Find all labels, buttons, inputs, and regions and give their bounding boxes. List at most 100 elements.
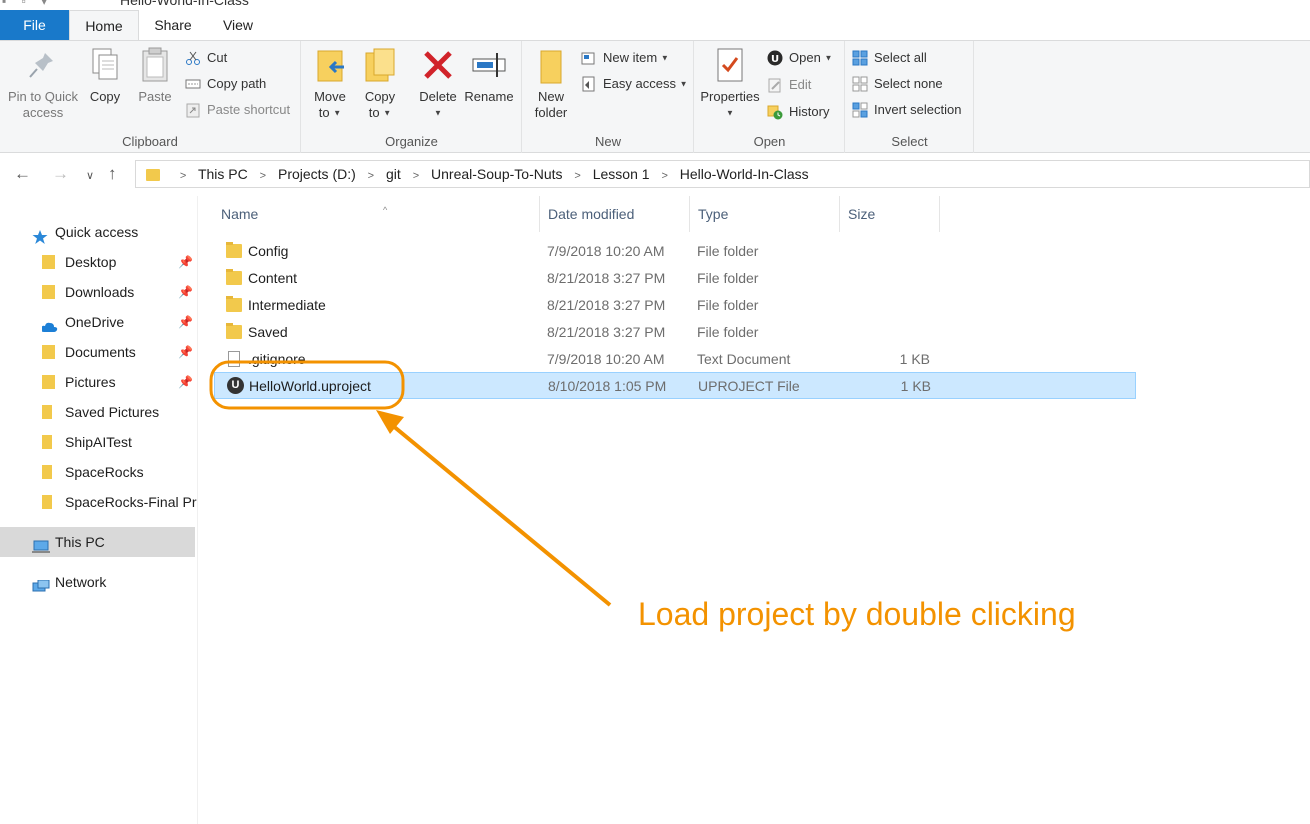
edit-icon (767, 77, 783, 93)
invert-selection-icon (852, 102, 868, 118)
recent-locations-chevron-icon[interactable]: ∨ (86, 169, 94, 182)
file-name: .gitignore (248, 351, 306, 367)
table-row[interactable]: Intermediate 8/21/2018 3:27 PM File fold… (214, 292, 1136, 319)
breadcrumb-lesson-1[interactable]: Lesson 1 (593, 166, 650, 182)
new-group: New folder New item ▼ Easy access ▼ New (523, 41, 694, 153)
file-date: 8/21/2018 3:27 PM (547, 270, 666, 286)
paste-shortcut-button[interactable]: Paste shortcut (185, 99, 290, 121)
select-all-label: Select all (874, 50, 927, 65)
file-name: Content (248, 270, 298, 286)
column-header-type[interactable]: Type (690, 196, 840, 232)
breadcrumb-hello-world[interactable]: Hello-World-In-Class (680, 166, 809, 182)
nav-pictures[interactable]: Pictures 📌 (42, 368, 197, 396)
move-to-button[interactable]: Move to ▼ (308, 45, 352, 122)
tab-home[interactable]: Home (69, 10, 139, 41)
breadcrumb-unreal-soup[interactable]: Unreal-Soup-To-Nuts (431, 166, 563, 182)
history-button[interactable]: History (767, 101, 829, 123)
file-size: 1 KB (899, 351, 930, 367)
column-header-type-label: Type (698, 206, 729, 222)
copy-path-icon (185, 76, 201, 92)
column-header-date-label: Date modified (548, 206, 635, 222)
copy-path-label: Copy path (207, 76, 267, 91)
file-type: UPROJECT File (698, 378, 800, 394)
nav-this-pc[interactable]: This PC (32, 528, 192, 556)
nav-quick-access[interactable]: Quick access (32, 218, 197, 246)
properties-button[interactable]: Properties ▼ (697, 45, 763, 122)
nav-saved-pictures[interactable]: Saved Pictures (42, 398, 197, 426)
breadcrumb-projects[interactable]: Projects (D:) (278, 166, 356, 182)
invert-selection-label: Invert selection (874, 102, 962, 117)
nav-quick-access-label: Quick access (55, 224, 139, 240)
breadcrumb-separator-icon[interactable]: > (260, 170, 266, 182)
new-folder-label: New folder (534, 89, 568, 120)
nav-downloads[interactable]: Downloads 📌 (42, 278, 197, 306)
column-header-date[interactable]: Date modified (540, 196, 690, 232)
copy-to-button[interactable]: Copy to ▼ (358, 45, 402, 122)
tab-share[interactable]: Share (143, 10, 203, 40)
quick-access-toolbar-icons[interactable]: ▪ ▫ ▾ (2, 0, 53, 8)
pin-to-quick-access-button[interactable]: Pin to Quick access (4, 45, 82, 121)
file-type: File folder (697, 270, 759, 286)
easy-access-button[interactable]: Easy access ▼ (581, 73, 688, 95)
nav-documents-label: Documents (65, 344, 136, 360)
ribbon: Pin to Quick access Copy Paste Cut Copy … (0, 40, 1310, 153)
nav-shipaitest[interactable]: ShipAITest (42, 428, 197, 456)
file-date: 7/9/2018 10:20 AM (547, 351, 665, 367)
breadcrumb-separator-icon[interactable]: > (574, 170, 580, 182)
delete-label: Delete (419, 89, 457, 104)
open-button[interactable]: U Open ▼ (767, 47, 832, 69)
column-header-size[interactable]: Size (840, 196, 940, 232)
nav-desktop[interactable]: Desktop 📌 (42, 248, 197, 276)
breadcrumb-separator-icon[interactable]: > (180, 170, 186, 182)
open-group: Properties ▼ U Open ▼ Edit History Open (695, 41, 845, 153)
delete-button[interactable]: Delete ▼ (416, 45, 460, 122)
copy-button[interactable]: Copy (84, 45, 126, 105)
copy-to-icon (362, 45, 398, 85)
nav-spacerocks[interactable]: SpaceRocks (42, 458, 197, 486)
table-row[interactable]: Content 8/21/2018 3:27 PM File folder (214, 265, 1136, 292)
breadcrumb-separator-icon[interactable]: > (661, 170, 667, 182)
edit-button[interactable]: Edit (767, 74, 811, 96)
rename-button[interactable]: Rename (462, 45, 516, 105)
back-arrow-icon[interactable]: ← (14, 164, 31, 184)
star-icon (32, 225, 48, 244)
pin-icon[interactable]: 📌 (178, 368, 193, 396)
downloads-folder-icon (42, 285, 55, 299)
pin-icon[interactable]: 📌 (178, 278, 193, 306)
invert-selection-button[interactable]: Invert selection (852, 99, 961, 121)
up-arrow-icon[interactable]: ↑ (108, 164, 117, 184)
table-row[interactable]: Saved 8/21/2018 3:27 PM File folder (214, 319, 1136, 346)
column-header-name[interactable]: Name ^ (213, 196, 540, 232)
select-all-button[interactable]: Select all (852, 47, 927, 69)
nav-onedrive[interactable]: OneDrive 📌 (42, 308, 197, 336)
table-row[interactable]: .gitignore 7/9/2018 10:20 AM Text Docume… (214, 346, 1136, 373)
paste-label: Paste (138, 89, 172, 104)
pin-icon (25, 45, 61, 85)
breadcrumb-separator-icon[interactable]: > (413, 170, 419, 182)
copy-path-button[interactable]: Copy path (185, 73, 266, 95)
tab-view[interactable]: View (206, 10, 270, 40)
nav-documents[interactable]: Documents 📌 (42, 338, 197, 366)
forward-arrow-icon[interactable]: → (52, 164, 69, 184)
breadcrumb-git[interactable]: git (386, 166, 401, 182)
breadcrumb-separator-icon[interactable]: > (368, 170, 374, 182)
nav-network[interactable]: Network (32, 568, 192, 596)
copy-label: Copy (89, 89, 121, 104)
pin-icon[interactable]: 📌 (178, 248, 193, 276)
new-item-button[interactable]: New item ▼ (581, 47, 669, 69)
pin-icon[interactable]: 📌 (178, 338, 193, 366)
cut-button[interactable]: Cut (185, 47, 227, 69)
tab-file[interactable]: File (0, 10, 69, 40)
pin-icon[interactable]: 📌 (178, 308, 193, 336)
select-none-button[interactable]: Select none (852, 73, 943, 95)
table-row[interactable]: Config 7/9/2018 10:20 AM File folder (214, 238, 1136, 265)
new-folder-button[interactable]: New folder (529, 45, 573, 121)
paste-button[interactable]: Paste (134, 45, 176, 105)
nav-spacerocks-final[interactable]: SpaceRocks-Final Pr (42, 488, 197, 516)
breadcrumb-this-pc[interactable]: This PC (198, 166, 248, 182)
file-type: File folder (697, 324, 759, 340)
file-date: 8/10/2018 1:05 PM (548, 378, 667, 394)
table-row-selected[interactable]: U HelloWorld.uproject 8/10/2018 1:05 PM … (214, 372, 1136, 399)
address-field[interactable]: > This PC > Projects (D:) > git > Unreal… (135, 160, 1310, 188)
window-title: Hello-World-In-Class (120, 0, 249, 8)
